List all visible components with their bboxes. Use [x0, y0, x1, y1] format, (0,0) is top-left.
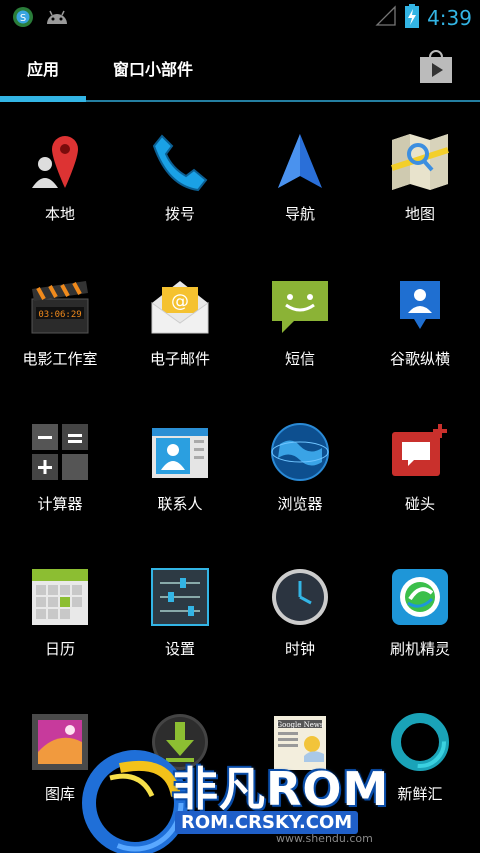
app-label: 联系人 [157, 495, 203, 513]
app-label: 时钟 [284, 640, 315, 658]
app-label: 拨号 [164, 205, 195, 223]
app-browser[interactable]: 浏览器 [240, 394, 360, 539]
battery-charging-icon [405, 4, 420, 32]
tab-indicator [0, 96, 86, 102]
app-label: 电影工作室 [22, 350, 98, 368]
app-label: 设置 [164, 640, 195, 658]
app-email[interactable]: @ 电子邮件 [120, 249, 240, 394]
app-messaging[interactable]: 短信 [240, 249, 360, 394]
app-dialer[interactable]: 拨号 [120, 104, 240, 249]
app-label: 本地 [44, 205, 75, 223]
app-notification-icon: S [12, 6, 34, 32]
latitude-icon [390, 277, 450, 337]
app-navigation[interactable]: 导航 [240, 104, 360, 249]
signal-icon [375, 5, 397, 31]
messenger-plus-icon [390, 422, 450, 482]
app-maps[interactable]: 地图 [360, 104, 480, 249]
svg-text:03:06:29: 03:06:29 [38, 310, 81, 320]
shopping-bag-icon [420, 50, 452, 83]
app-label: 浏览器 [277, 495, 323, 513]
app-flash-wizard[interactable]: 刷机精灵 [360, 539, 480, 684]
svg-text:Google News: Google News [277, 721, 324, 729]
local-places-icon [30, 132, 90, 192]
app-clock[interactable]: 时钟 [240, 539, 360, 684]
calculator-icon [30, 422, 90, 482]
app-settings[interactable]: 设置 [120, 539, 240, 684]
contacts-icon [150, 422, 210, 482]
app-label: 计算器 [37, 495, 83, 513]
app-contacts[interactable]: 联系人 [120, 394, 240, 539]
app-label: 导航 [284, 205, 315, 223]
app-label: 谷歌纵横 [389, 350, 450, 368]
svg-text:@: @ [171, 291, 189, 312]
play-store-button[interactable] [418, 48, 454, 84]
app-label: 短信 [284, 350, 315, 368]
android-icon [44, 6, 70, 32]
envelope-icon: @ [150, 277, 210, 337]
sliders-icon [150, 567, 210, 627]
tab-widgets[interactable]: 窗口小部件 [113, 56, 193, 80]
navigation-arrow-icon [270, 132, 330, 192]
app-label: 碰头 [404, 495, 435, 513]
flash-wizard-icon [390, 567, 450, 627]
app-label: 刷机精灵 [389, 640, 450, 658]
watermark-small-text: www.shendu.com [276, 832, 373, 845]
map-icon [390, 132, 450, 192]
clapperboard-icon: 03:06:29 [30, 277, 90, 337]
tab-bar: 应用 窗口小部件 [0, 34, 480, 104]
app-calculator[interactable]: 计算器 [0, 394, 120, 539]
app-label: 地图 [404, 205, 435, 223]
clock-icon [270, 567, 330, 627]
globe-icon [270, 422, 330, 482]
watermark-brand: 非凡ROM [172, 762, 390, 816]
app-calendar[interactable]: 日历 [0, 539, 120, 684]
app-label: 日历 [44, 640, 75, 658]
app-latitude[interactable]: 谷歌纵横 [360, 249, 480, 394]
calendar-icon [30, 567, 90, 627]
app-hangout[interactable]: 碰头 [360, 394, 480, 539]
status-bar: S 4:39 [0, 0, 480, 34]
notification-icons: S [12, 6, 70, 32]
app-local[interactable]: 本地 [0, 104, 120, 249]
app-label: 电子邮件 [149, 350, 210, 368]
clock: 4:39 [427, 6, 472, 30]
watermark-url: ROM.CRSKY.COM [175, 811, 359, 834]
phone-icon [150, 132, 210, 192]
tab-apps[interactable]: 应用 [27, 56, 59, 80]
app-movie-studio[interactable]: 03:06:29 电影工作室 [0, 249, 120, 394]
message-bubble-icon [270, 277, 330, 337]
svg-text:S: S [20, 13, 26, 24]
